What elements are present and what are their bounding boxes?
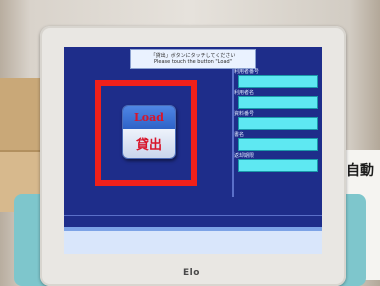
field-user-name: [238, 96, 318, 109]
footer-bar: [64, 231, 322, 254]
load-button[interactable]: Load 貸出: [122, 105, 176, 159]
field-title: [238, 138, 318, 151]
touch-screen: 「貸出」ボタンにタッチしてください Please touch the butto…: [64, 47, 322, 254]
instruction-en: Please touch the button "Load": [154, 59, 232, 65]
load-button-jp-label: 貸出: [135, 138, 162, 153]
load-button-top: Load: [123, 106, 175, 129]
background-sign-text: 自動: [346, 163, 374, 179]
instruction-banner: 「貸出」ボタンにタッチしてください Please touch the butto…: [130, 49, 256, 69]
monitor-brand-logo: Elo: [183, 268, 200, 278]
load-button-en-label: Load: [134, 111, 164, 124]
load-button-bottom: 貸出: [123, 129, 175, 158]
footer-divider: [64, 215, 322, 216]
field-user-id: [238, 75, 318, 88]
field-due-date: [238, 159, 318, 172]
field-item-id: [238, 117, 318, 130]
